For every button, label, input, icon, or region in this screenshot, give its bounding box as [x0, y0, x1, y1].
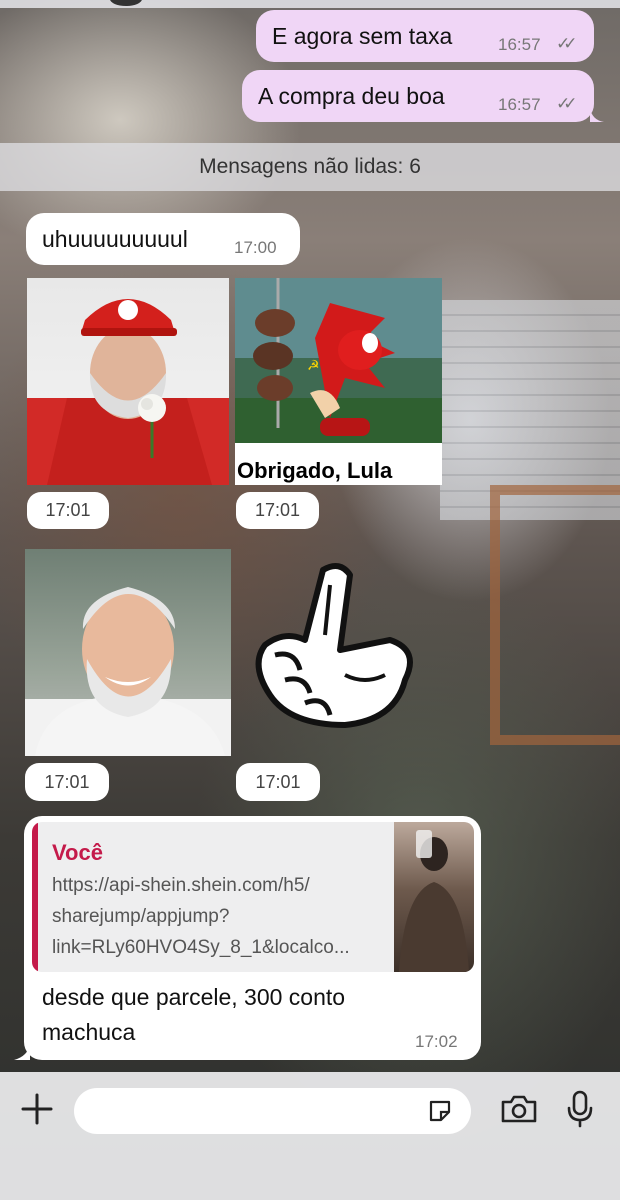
unread-messages-divider: Mensagens não lidas: 6: [0, 143, 620, 191]
photo-image: [27, 299, 229, 485]
unread-label: Mensagens não lidas: 6: [199, 155, 421, 178]
bubble-tail: [14, 1044, 30, 1060]
message-text: machuca: [42, 1019, 136, 1045]
sticker-image: ☭: [235, 278, 442, 443]
photo-message-lula-smiling[interactable]: [25, 549, 231, 756]
message-text: uhuuuuuuuuul: [42, 226, 188, 252]
microphone-icon[interactable]: [566, 1090, 594, 1128]
message-time: 17:01: [236, 492, 319, 529]
sticker-caption: Obrigado, Lula: [237, 458, 393, 483]
message-time: 16:57: [498, 35, 541, 54]
quote-accent-bar: [32, 822, 38, 972]
quote-link-line: link=RLy60HVO4Sy_8_1&localco...: [52, 937, 350, 958]
photo-image: [25, 587, 231, 756]
message-input[interactable]: [74, 1088, 471, 1134]
sticker-icon[interactable]: [427, 1098, 453, 1124]
message-time: 17:00: [234, 238, 277, 257]
quoted-link-preview[interactable]: Você https://api-shein.shein.com/h5/ sha…: [32, 822, 474, 972]
message-text: A compra deu boa: [258, 83, 445, 109]
message-text: E agora sem taxa: [272, 23, 453, 49]
incoming-message[interactable]: uhuuuuuuuuul 17:00: [26, 213, 300, 265]
camera-icon[interactable]: [500, 1094, 538, 1124]
message-text: desde que parcele, 300 conto: [42, 984, 346, 1010]
background-door: [490, 485, 620, 745]
message-time: 16:57: [498, 95, 541, 114]
message-time: 17:02: [415, 1032, 458, 1051]
read-receipt-icon: ✓✓: [556, 94, 577, 113]
header-edge: [0, 0, 620, 8]
sticker-image: [255, 563, 413, 728]
plus-icon[interactable]: [20, 1092, 54, 1126]
bubble-tail: [590, 108, 604, 122]
quote-thumbnail: [394, 822, 474, 972]
svg-text:☭: ☭: [307, 358, 320, 374]
message-time: 17:01: [236, 763, 320, 801]
sticker-message-l-hand[interactable]: [245, 555, 435, 755]
outgoing-message[interactable]: A compra deu boa 16:57 ✓✓: [242, 70, 604, 122]
quote-author: Você: [52, 840, 103, 865]
photo-message-lula-red-cap[interactable]: [27, 278, 229, 485]
quote-link-line: https://api-shein.shein.com/h5/: [52, 875, 310, 896]
sticker-message-sonic[interactable]: ☭ Obrigado, Lula: [235, 278, 442, 485]
message-time: 17:01: [27, 492, 109, 529]
message-time: 17:01: [25, 763, 109, 801]
quote-link-line: sharejump/appjump?: [52, 906, 230, 927]
outgoing-message[interactable]: E agora sem taxa 16:57 ✓✓: [256, 10, 594, 62]
message-composer-bar: [0, 1072, 620, 1200]
read-receipt-icon: ✓✓: [556, 34, 577, 53]
